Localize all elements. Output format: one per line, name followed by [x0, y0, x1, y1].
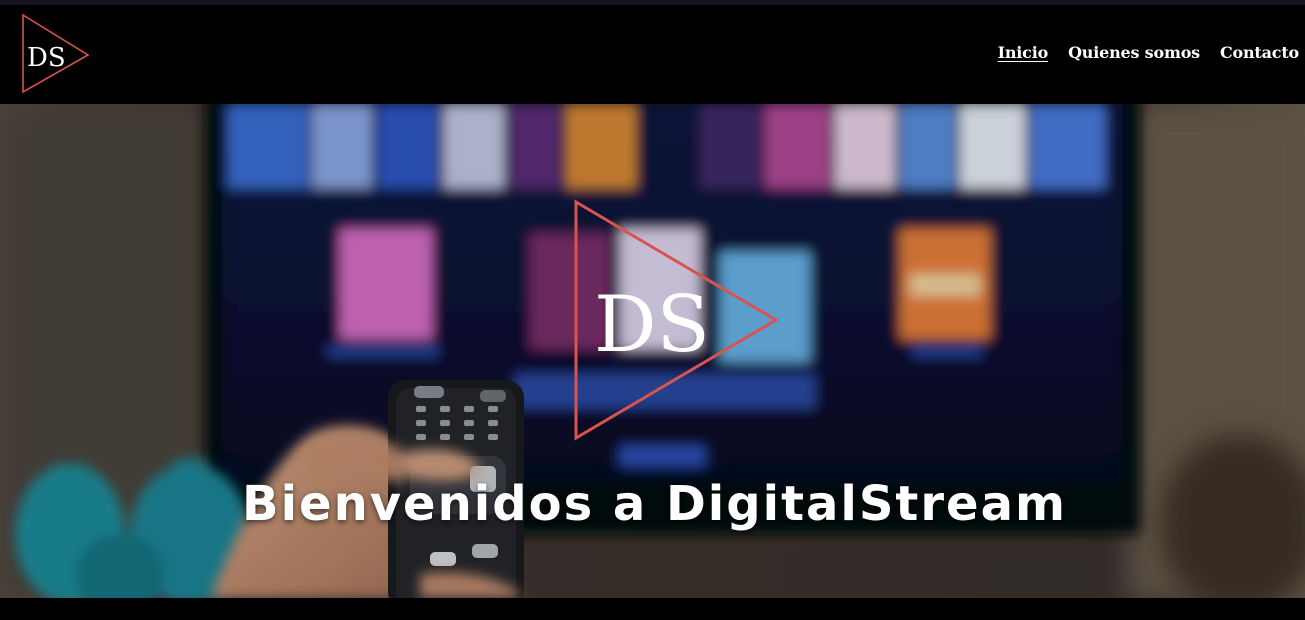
bottom-strip	[0, 598, 1305, 620]
hero-section: DS Bienvenidos a DigitalStream	[0, 104, 1305, 598]
nav-link-inicio[interactable]: Inicio	[998, 43, 1049, 62]
play-triangle-logo-icon: DS	[22, 13, 90, 94]
hero-logo-text: DS	[594, 280, 710, 370]
navbar: DS Inicio Quienes somos Contacto	[0, 5, 1305, 104]
hero-logo: DS	[566, 198, 786, 444]
nav-link-quienes-somos[interactable]: Quienes somos	[1068, 43, 1200, 62]
brand-logo-text: DS	[27, 43, 66, 73]
brand-logo[interactable]: DS	[18, 13, 92, 95]
play-triangle-logo-icon: DS	[574, 199, 779, 441]
main-nav: Inicio Quienes somos Contacto	[998, 43, 1300, 62]
hero-title: Bienvenidos a DigitalStream	[242, 476, 1067, 532]
nav-link-contacto[interactable]: Contacto	[1220, 43, 1299, 62]
